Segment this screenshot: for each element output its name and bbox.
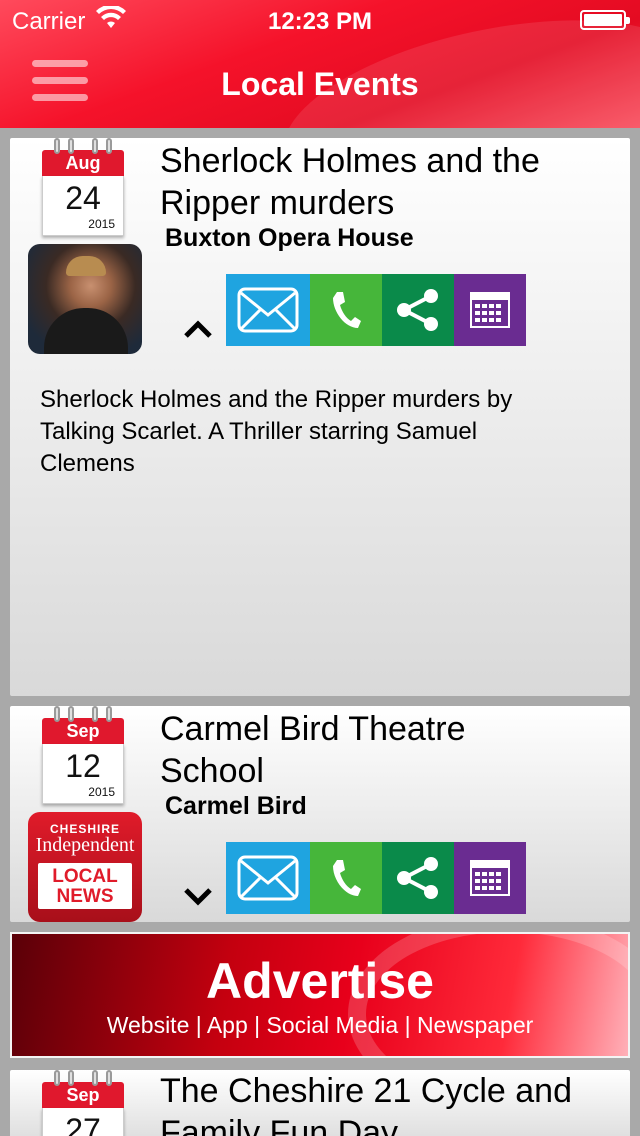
event-venue: Carmel Bird bbox=[165, 792, 307, 820]
page-title: Local Events bbox=[221, 66, 419, 102]
email-button[interactable] bbox=[226, 842, 310, 914]
date-day: 12 bbox=[65, 748, 101, 784]
calendar-grid-icon bbox=[470, 292, 510, 328]
battery-icon bbox=[580, 10, 630, 30]
phone-icon bbox=[333, 292, 361, 328]
status-bar: Carrier 12:23 PM bbox=[0, 0, 640, 40]
envelope-icon bbox=[237, 287, 299, 333]
date-year: 2015 bbox=[88, 217, 115, 231]
event-title: Carmel Bird Theatre School bbox=[160, 710, 466, 790]
call-button[interactable] bbox=[310, 842, 382, 914]
event-venue: Buxton Opera House bbox=[165, 224, 414, 252]
add-to-calendar-button[interactable] bbox=[454, 842, 526, 914]
share-button[interactable] bbox=[382, 842, 454, 914]
event-title: Sherlock Holmes and the Ripper murders bbox=[160, 142, 540, 222]
event-card[interactable]: Sep 12 2015 Carmel Bird Theatre School C… bbox=[10, 706, 630, 922]
email-button[interactable] bbox=[226, 274, 310, 346]
event-card[interactable]: Sep 27 The Cheshire 21 Cycle and Family … bbox=[10, 1070, 630, 1136]
event-thumbnail: CHESHIRE Independent LOCAL NEWS bbox=[28, 812, 142, 922]
chevron-down-icon[interactable] bbox=[184, 886, 212, 906]
share-icon bbox=[397, 857, 438, 899]
calendar-date-icon: Sep 12 2015 bbox=[42, 706, 124, 804]
event-actions bbox=[226, 274, 526, 346]
chevron-up-icon[interactable] bbox=[184, 320, 212, 340]
clock: 12:23 PM bbox=[267, 8, 373, 35]
share-icon bbox=[397, 289, 438, 331]
advertise-banner[interactable]: Advertise Website | App | Social Media |… bbox=[10, 932, 630, 1058]
add-to-calendar-button[interactable] bbox=[454, 274, 526, 346]
event-thumbnail bbox=[28, 244, 142, 354]
date-year: 2015 bbox=[88, 785, 115, 799]
call-button[interactable] bbox=[310, 274, 382, 346]
calendar-date-icon: Aug 24 2015 bbox=[42, 138, 124, 236]
event-title: The Cheshire 21 Cycle and Family Fun Day bbox=[160, 1072, 573, 1136]
advert-subline: Website | App | Social Media | Newspaper bbox=[106, 1012, 534, 1038]
advert-heading: Advertise bbox=[206, 953, 434, 1009]
event-actions bbox=[226, 842, 526, 914]
phone-icon bbox=[333, 860, 361, 896]
event-description: Sherlock Holmes and the Ripper murders b… bbox=[40, 386, 513, 477]
app-header: Carrier 12:23 PM Local Events bbox=[0, 0, 640, 128]
date-day: 24 bbox=[65, 180, 101, 216]
calendar-date-icon: Sep 27 bbox=[42, 1070, 124, 1136]
date-day: 27 bbox=[65, 1112, 101, 1136]
envelope-icon bbox=[237, 855, 299, 901]
event-card[interactable]: Aug 24 2015 Sherlock Holmes and the Ripp… bbox=[10, 138, 630, 696]
share-button[interactable] bbox=[382, 274, 454, 346]
calendar-grid-icon bbox=[470, 860, 510, 896]
